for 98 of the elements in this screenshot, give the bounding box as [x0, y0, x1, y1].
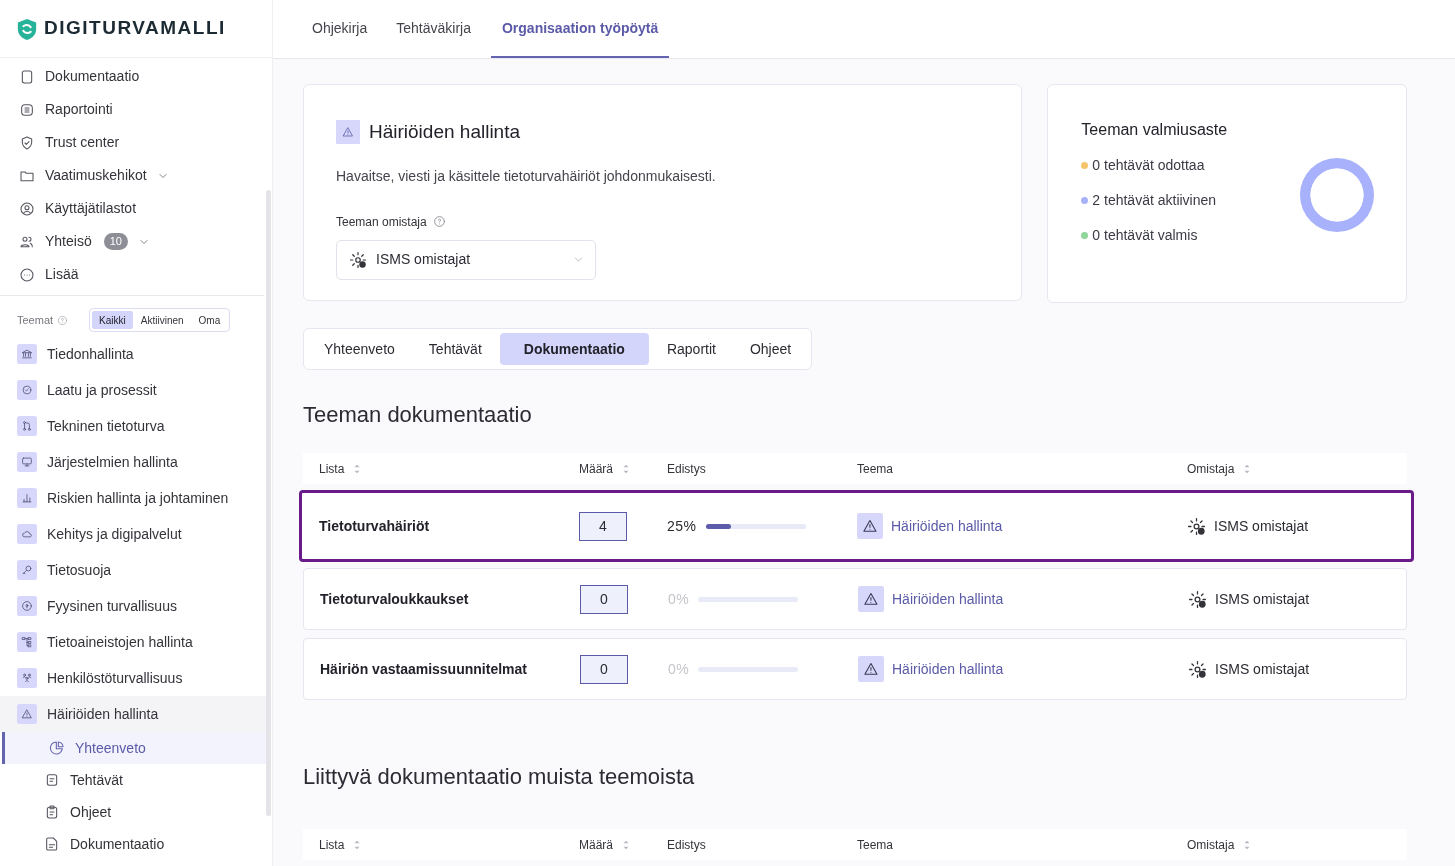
column-header[interactable]: Määrä — [579, 835, 613, 854]
theme-link[interactable]: Häiriöiden hallinta — [892, 658, 1004, 680]
column-header[interactable]: Omistaja — [1187, 459, 1235, 478]
legend-label: 0 tehtävät odottaa — [1092, 156, 1205, 175]
document-icon — [44, 836, 60, 852]
nav-item[interactable]: Dokumentaatio — [0, 60, 264, 93]
count-badge: 0 — [580, 584, 628, 614]
sub-item[interactable]: Yhteenveto — [2, 732, 266, 764]
progress-percent: 0% — [668, 659, 690, 679]
content-tab[interactable]: Raportit — [650, 333, 732, 365]
owner-select[interactable]: ISMS omistajat — [336, 239, 596, 280]
top-tab[interactable]: Tehtäväkirja — [387, 0, 480, 58]
task-icon — [44, 772, 60, 788]
legend-label: 2 tehtävät aktiivinen — [1092, 191, 1217, 210]
count-badge: 4 — [579, 511, 627, 541]
people-icon — [17, 668, 37, 688]
nav-item[interactable]: Yhteisö 10 — [0, 225, 264, 258]
theme-item[interactable]: Tietoaineistojen hallinta — [0, 624, 266, 660]
column-header[interactable]: Edistys — [667, 835, 706, 854]
nav-item[interactable]: Raportointi — [0, 93, 264, 126]
section-title: Teeman dokumentaatio — [303, 401, 533, 429]
sub-item[interactable]: Dokumentaatio — [0, 828, 266, 860]
theme-item[interactable]: Tiedonhallinta — [0, 336, 266, 372]
pie-chart-icon — [49, 740, 65, 756]
owner-name: ISMS omistajat — [1215, 659, 1310, 679]
theme-item[interactable]: Järjestelmien hallinta — [0, 444, 266, 480]
count-badge: 10 — [103, 233, 128, 250]
more-icon — [19, 266, 35, 283]
top-tab[interactable]: Organisaation työpöytä — [490, 0, 670, 58]
section-label: Teemat — [17, 312, 54, 328]
section-title: Liittyvä dokumentaatio muista teemoista — [303, 763, 696, 791]
theme-item[interactable]: Riskien hallinta ja johtaminen — [0, 480, 266, 516]
table-row[interactable]: Tietoturvahäiriöt 4 25% Häiriöiden hallinta ISMS omistajat — [299, 490, 1414, 562]
clipboard-icon — [44, 804, 60, 820]
nav-item[interactable]: Trust center — [0, 126, 264, 159]
theme-item[interactable]: Tietosuoja — [0, 552, 266, 588]
report-icon — [19, 101, 35, 118]
theme-item[interactable]: Kehitys ja digipalvelut — [0, 516, 266, 552]
cloud-icon — [17, 524, 37, 544]
list-name: Tietoturvaloukkaukset — [320, 589, 470, 609]
owner-name: ISMS omistajat — [1214, 516, 1309, 536]
logo-icon — [16, 17, 38, 40]
chart-icon — [17, 488, 37, 508]
nav-item[interactable]: Lisää — [0, 258, 264, 291]
theme-item[interactable]: Tekninen tietoturva — [0, 408, 266, 444]
document-icon — [19, 68, 35, 85]
content-tab[interactable]: Ohjeet — [733, 333, 808, 365]
theme-item[interactable]: Laatu ja prosessit — [0, 372, 266, 408]
theme-description: Havaitse, viesti ja käsittele tietoturvahäiriöt johdonmukaisesti. — [336, 166, 717, 186]
nav-item[interactable]: Vaatimuskehikot — [0, 159, 264, 192]
column-header[interactable]: Teema — [857, 835, 894, 854]
warning-icon — [858, 656, 884, 682]
theme-link[interactable]: Häiriöiden hallinta — [891, 515, 1003, 537]
theme-item[interactable]: Häiriöiden hallinta — [0, 696, 266, 732]
filter-option[interactable]: Kaikki — [92, 311, 133, 329]
table-row[interactable]: Tietoturvaloukkaukset 0 0% Häiriöiden hallinta ISMS omistajat — [303, 568, 1407, 630]
theme-item[interactable]: Fyysinen turvallisuus — [0, 588, 266, 624]
progress-percent: 0% — [668, 589, 690, 609]
brand-name: DIGITURVAMALLI — [44, 16, 226, 41]
user-circle-icon — [19, 200, 35, 217]
column-header[interactable]: Omistaja — [1187, 835, 1235, 854]
table-row[interactable]: Häiriön vastaamissuunnitelmat 0 0% Häiriöiden hallinta ISMS omistajat — [303, 638, 1407, 700]
column-header[interactable]: Lista — [319, 835, 345, 854]
branch-icon — [17, 416, 37, 436]
warning-icon — [857, 513, 883, 539]
field-label: Teeman omistaja — [336, 213, 427, 231]
column-header[interactable]: Määrä — [579, 459, 613, 478]
count-badge: 0 — [580, 654, 628, 684]
hierarchy-icon — [17, 632, 37, 652]
sub-item[interactable]: Tehtävät — [0, 764, 266, 796]
warning-icon — [858, 586, 884, 612]
content-tab[interactable]: Dokumentaatio — [499, 333, 649, 365]
theme-link[interactable]: Häiriöiden hallinta — [892, 588, 1004, 610]
card-title: Teeman valmiusaste — [1081, 120, 1229, 140]
column-header[interactable]: Edistys — [667, 459, 706, 478]
owner-name: ISMS omistajat — [1215, 589, 1310, 609]
nav-item[interactable]: Käyttäjätilastot — [0, 192, 264, 225]
scrollbar-thumb[interactable] — [266, 190, 271, 816]
list-name: Tietoturvahäiriöt — [319, 516, 431, 536]
filter-option[interactable]: Aktiivinen — [133, 311, 191, 329]
sub-item[interactable]: Ohjeet — [0, 796, 266, 828]
content-tab[interactable]: Tehtävät — [412, 333, 498, 365]
column-header[interactable]: Teema — [857, 459, 894, 478]
top-tab[interactable]: Ohjekirja — [303, 0, 377, 58]
progress-percent: 25% — [667, 516, 697, 536]
bank-icon — [17, 344, 37, 364]
filter-option[interactable]: Oma — [191, 311, 228, 329]
list-name: Häiriön vastaamissuunnitelmat — [320, 659, 528, 679]
legend-label: 0 tehtävät valmis — [1092, 226, 1198, 245]
key-icon — [17, 560, 37, 580]
theme-item[interactable]: Henkilöstöturvallisuus — [0, 660, 266, 696]
warning-icon — [17, 704, 37, 724]
shield-check-icon — [19, 134, 35, 151]
theme-title: Häiriöiden hallinta — [369, 120, 521, 144]
warning-icon — [336, 120, 360, 145]
column-header[interactable]: Lista — [319, 459, 345, 478]
monitor-icon — [17, 452, 37, 472]
content-tab[interactable]: Yhteenveto — [308, 333, 411, 365]
